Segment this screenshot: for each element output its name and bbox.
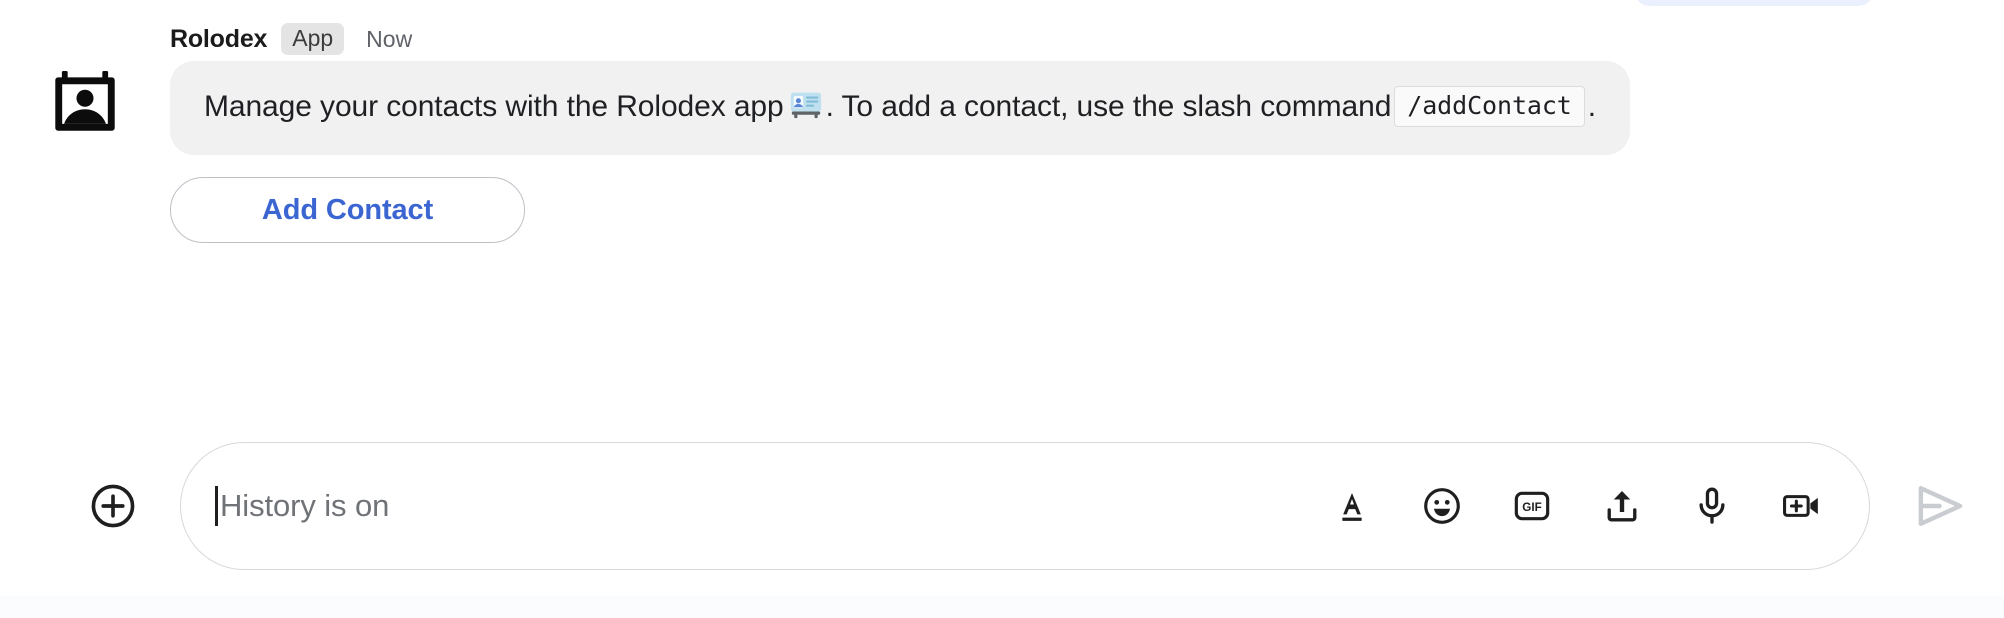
message-timestamp: Now: [366, 25, 413, 52]
microphone-icon[interactable]: [1691, 485, 1733, 527]
message-actions: Add Contact: [170, 177, 1844, 243]
gif-icon[interactable]: GIF: [1511, 485, 1553, 527]
plus-circle-icon[interactable]: [90, 483, 136, 529]
text-caret: [215, 486, 218, 526]
video-add-icon[interactable]: [1781, 485, 1823, 527]
card-index-emoji: [789, 87, 823, 121]
message-header: Rolodex App Now: [170, 22, 1844, 56]
message-text-part-1: Manage your contacts with the Rolodex ap…: [204, 90, 784, 123]
message-bubble: Manage your contacts with the Rolodex ap…: [170, 61, 1630, 155]
message-text-part-2: . To add a contact, use the slash comman…: [825, 90, 1392, 123]
add-contact-button[interactable]: Add Contact: [170, 177, 525, 243]
slash-command-chip: /addContact: [1394, 86, 1585, 128]
contact-card-icon: [52, 68, 118, 134]
send-icon[interactable]: [1912, 478, 1968, 534]
composer-tools: GIF: [1331, 485, 1823, 527]
svg-text:GIF: GIF: [1522, 501, 1541, 514]
message-composer: History is on GIF: [0, 442, 2004, 570]
message-text: Manage your contacts with the Rolodex ap…: [204, 83, 1596, 131]
message-input-placeholder: History is on: [220, 488, 390, 523]
message-text-part-3: .: [1587, 90, 1596, 123]
avatar-column: [0, 22, 170, 134]
emoji-icon[interactable]: [1421, 485, 1463, 527]
sender-name: Rolodex: [170, 24, 268, 53]
format-text-icon[interactable]: [1331, 485, 1373, 527]
upload-icon[interactable]: [1601, 485, 1643, 527]
app-message-row: Rolodex App Now Manage your contacts wit…: [0, 0, 2004, 243]
message-column: Rolodex App Now Manage your contacts wit…: [170, 22, 2004, 243]
message-input-container[interactable]: History is on GIF: [180, 442, 1870, 570]
bottom-edge-strip: [0, 596, 2004, 618]
app-badge: App: [281, 22, 345, 56]
